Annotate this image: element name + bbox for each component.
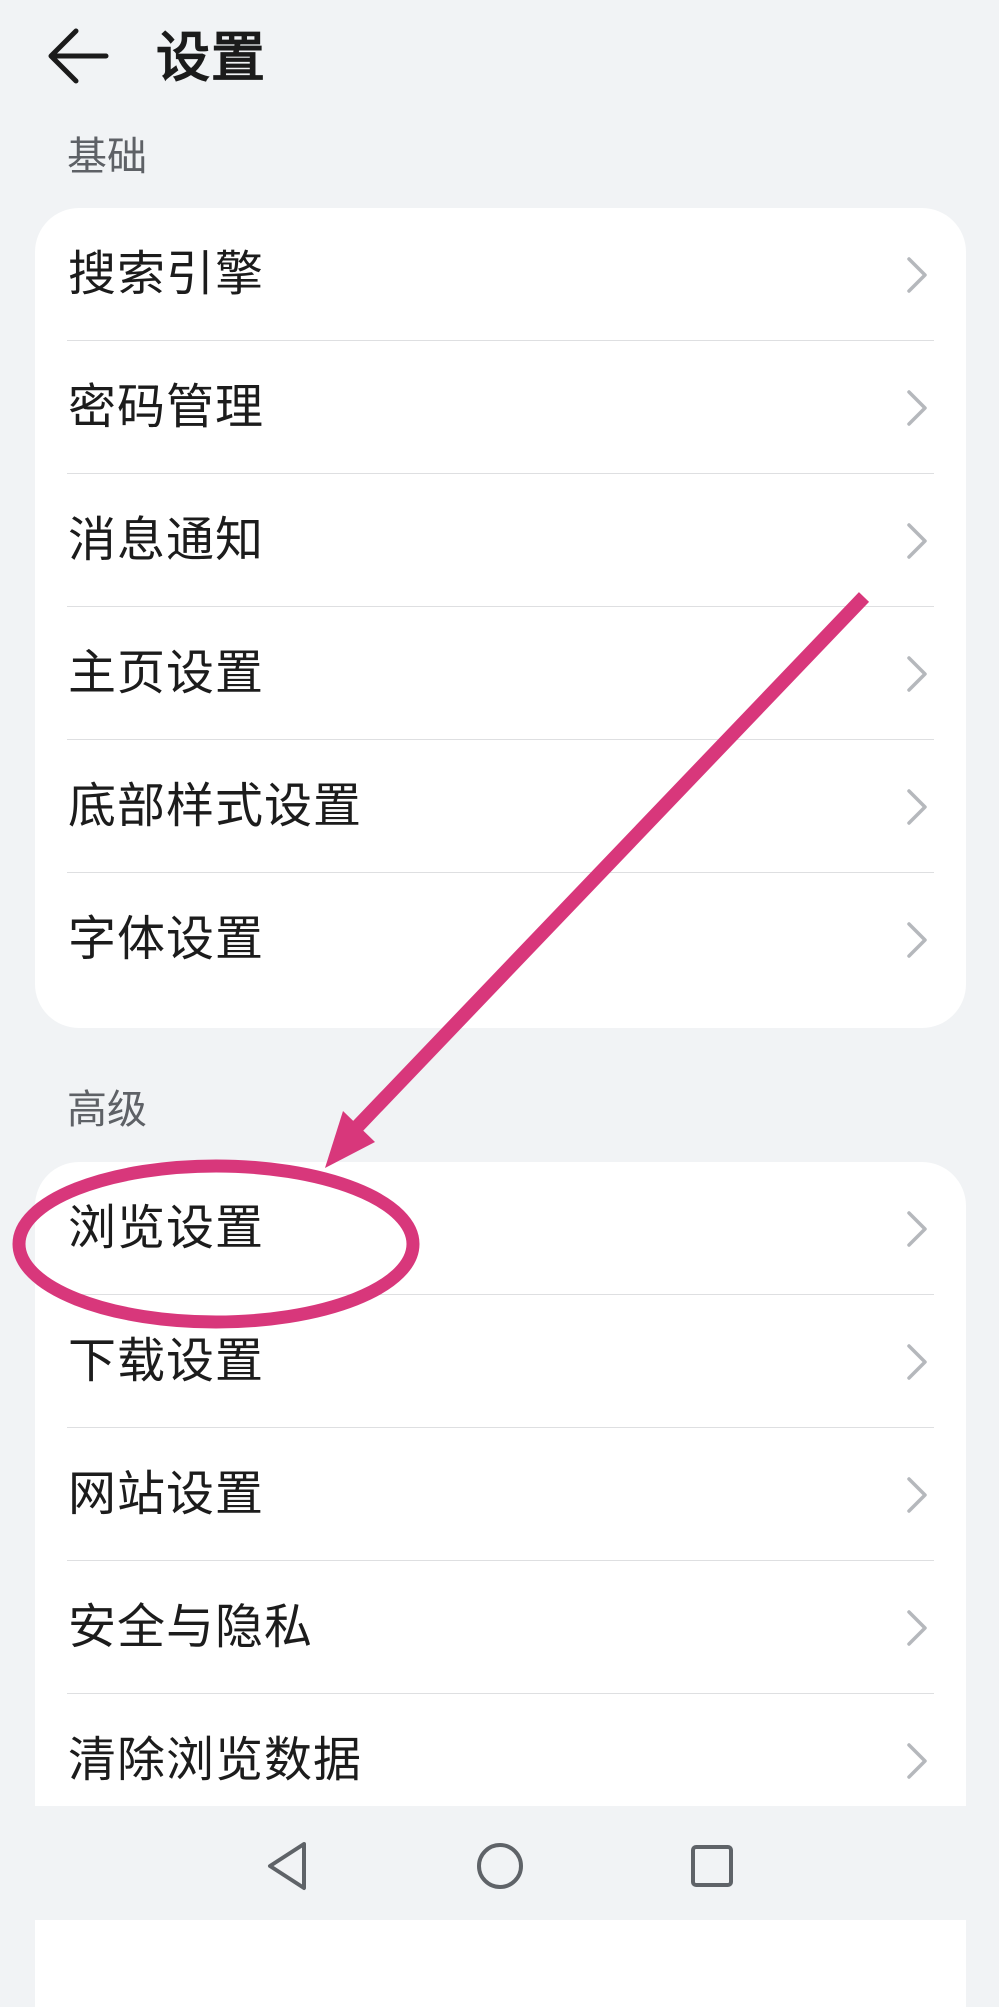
settings-item-label: 底部样式设置 [68, 778, 363, 834]
settings-item-notifications[interactable]: 消息通知 [35, 474, 966, 607]
settings-item-bottom-style[interactable]: 底部样式设置 [35, 740, 966, 873]
settings-item-label: 浏览设置 [68, 1200, 265, 1256]
settings-item-label: 字体设置 [68, 911, 265, 967]
settings-item-download[interactable]: 下载设置 [35, 1295, 966, 1428]
chevron-right-icon [907, 523, 927, 559]
settings-item-label: 主页设置 [68, 645, 265, 701]
nav-recent-button[interactable] [682, 1836, 742, 1896]
settings-item-label: 下载设置 [68, 1333, 265, 1389]
circle-home-icon [477, 1843, 523, 1889]
settings-item-password-manager[interactable]: 密码管理 [35, 341, 966, 474]
chevron-right-icon [907, 257, 927, 293]
chevron-right-icon [907, 789, 927, 825]
chevron-right-icon [907, 1211, 927, 1247]
back-button[interactable] [44, 22, 116, 94]
settings-item-font[interactable]: 字体设置 [35, 873, 966, 1006]
chevron-right-icon [907, 656, 927, 692]
chevron-right-icon [907, 390, 927, 426]
settings-item-label: 安全与隐私 [68, 1599, 314, 1655]
settings-item-security-privacy[interactable]: 安全与隐私 [35, 1561, 966, 1694]
nav-back-button[interactable] [258, 1836, 318, 1896]
chevron-right-icon [907, 1610, 927, 1646]
annotation-arrow-head [325, 1111, 375, 1168]
chevron-right-icon [907, 1743, 927, 1779]
system-nav-bar [0, 1806, 999, 1920]
settings-item-search-engine[interactable]: 搜索引擎 [35, 208, 966, 341]
settings-item-label: 消息通知 [68, 512, 265, 568]
chevron-right-icon [907, 1477, 927, 1513]
square-recent-icon [691, 1845, 733, 1887]
settings-item-browsing[interactable]: 浏览设置 [35, 1162, 966, 1295]
chevron-right-icon [907, 1344, 927, 1380]
arrow-left-icon [48, 28, 109, 84]
settings-item-label: 搜索引擎 [68, 246, 265, 302]
app-header: 设置 [0, 0, 999, 120]
section-label-basic: 基础 [67, 134, 147, 180]
chevron-right-icon [907, 922, 927, 958]
settings-item-homepage[interactable]: 主页设置 [35, 607, 966, 740]
triangle-back-icon [268, 1842, 306, 1890]
section-label-advanced: 高级 [67, 1087, 147, 1133]
nav-home-button[interactable] [470, 1836, 530, 1896]
page-title: 设置 [156, 26, 266, 89]
settings-item-label: 网站设置 [68, 1466, 265, 1522]
settings-item-website[interactable]: 网站设置 [35, 1428, 966, 1561]
settings-card-basic: 搜索引擎 密码管理 消息通知 主页设置 底部样式设置 字体设置 [35, 208, 966, 1028]
settings-item-label: 密码管理 [68, 379, 265, 435]
